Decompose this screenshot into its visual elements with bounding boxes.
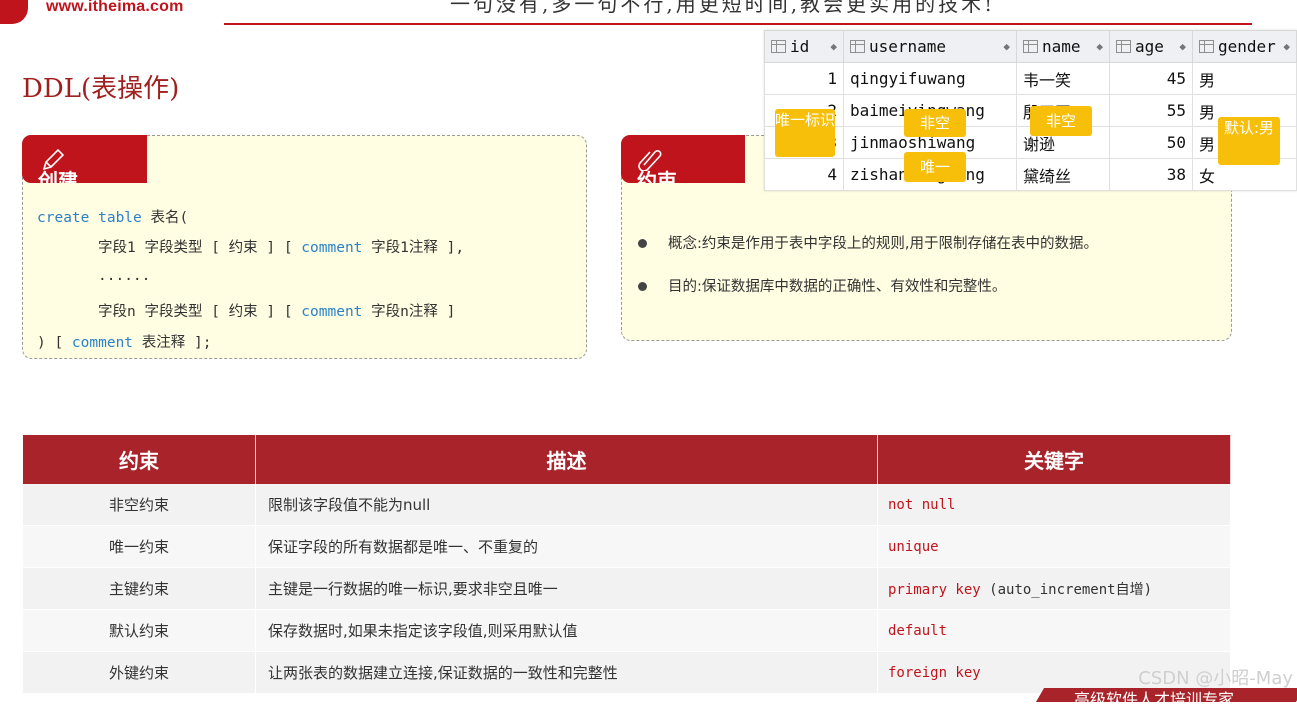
code-text: 字段n 字段类型 [ 约束 ] [ [98, 304, 302, 320]
code-line-1: create table 表名( [37, 206, 188, 227]
tag-unique-username: 唯一 [904, 152, 966, 182]
create-table-card: 创建 create table 表名( 字段1 字段类型 [ 约束 ] [ co… [22, 135, 587, 359]
code-text: ) [ [37, 335, 72, 351]
code-line-4: 字段n 字段类型 [ 约束 ] [ comment 字段n注释 ] [98, 300, 455, 321]
grid-row[interactable]: 4 zishanlongwang 黛绮丝 38 女 [764, 158, 1297, 191]
cell-username[interactable]: qingyifuwang [843, 62, 1017, 95]
keyword-text: default [888, 622, 948, 639]
sort-icon[interactable]: ◆ [1179, 40, 1186, 53]
col-label: gender [1218, 37, 1276, 56]
code-text: 字段1注释 ], [362, 240, 465, 256]
header-divider [224, 23, 1252, 25]
code-text: 表名( [150, 210, 189, 226]
tag-notnull-username: 非空 [904, 109, 966, 137]
header-keyword: 关键字 [877, 435, 1231, 484]
logo-url: www.itheima.com [46, 0, 184, 15]
grid-col-gender[interactable]: gender ◆ [1192, 30, 1297, 63]
grid-col-username[interactable]: username ◆ [843, 30, 1017, 63]
cell-id[interactable]: 1 [764, 62, 844, 95]
cell-age[interactable]: 55 [1109, 94, 1193, 127]
sort-icon[interactable]: ◆ [1096, 40, 1103, 53]
code-line-2: 字段1 字段类型 [ 约束 ] [ comment 字段1注释 ], [98, 236, 464, 257]
constraint-name: 默认约束 [23, 609, 256, 652]
table-row: 非空约束 限制该字段值不能为null not null [23, 484, 1231, 526]
grid-header-row: id ◆ username ◆ name ◆ age ◆ gender ◆ [764, 30, 1297, 63]
constraint-name: 外键约束 [23, 651, 256, 694]
cell-age[interactable]: 45 [1109, 62, 1193, 95]
constraint-tab-label: 约束 [637, 169, 677, 183]
header-constraint: 约束 [23, 435, 256, 484]
create-tab: 创建 [22, 135, 147, 183]
keyword-comment: comment [301, 304, 363, 320]
keyword-text: primary key [888, 581, 981, 598]
cell-gender[interactable]: 男 [1192, 62, 1297, 95]
column-icon [1116, 40, 1131, 53]
table-row: 默认约束 保存数据时,如果未指定该字段值,则采用默认值 default [23, 609, 1231, 652]
constraint-keyword: not null [877, 484, 1231, 526]
constraint-keyword: unique [877, 525, 1231, 568]
keyword-text: not null [888, 496, 956, 513]
constraint-tab: 约束 [621, 135, 745, 183]
table-row: 主键约束 主键是一行数据的唯一标识,要求非空且唯一 primary key (a… [23, 567, 1231, 610]
page-title: DDL(表操作) [22, 74, 180, 104]
create-tab-label: 创建 [38, 169, 78, 183]
constraint-desc: 让两张表的数据建立连接,保证数据的一致性和完整性 [255, 651, 878, 694]
tag-default-gender: 默认:男 [1218, 117, 1280, 165]
sort-icon[interactable]: ◆ [830, 40, 837, 53]
column-icon [1023, 40, 1038, 53]
col-label: age [1135, 37, 1164, 56]
bullet-dot [638, 239, 647, 248]
constraint-desc: 限制该字段值不能为null [255, 484, 878, 526]
constraint-name: 主键约束 [23, 567, 256, 610]
constraint-desc: 保证字段的所有数据都是唯一、不重复的 [255, 525, 878, 568]
header-description: 描述 [255, 435, 878, 484]
column-icon [850, 40, 865, 53]
bullet-dot [638, 282, 647, 291]
bullet-text: 概念:约束是作用于表中字段上的规则,用于限制存储在表中的数据。 [668, 236, 1098, 252]
code-text: 字段1 字段类型 [ 约束 ] [ [98, 240, 302, 256]
code-line-5: ) [ comment 表注释 ]; [37, 331, 211, 352]
constraints-table: 约束 描述 关键字 非空约束 限制该字段值不能为null not null 唯一… [23, 435, 1231, 694]
constraint-desc: 保存数据时,如果未指定该字段值,则采用默认值 [255, 609, 878, 652]
tag-notnull-name: 非空 [1030, 106, 1092, 136]
logo-badge [0, 0, 28, 24]
csdn-watermark: CSDN @小昭-May [1138, 668, 1293, 689]
code-line-3: ...... [98, 268, 151, 284]
tag-unique-id: 唯一标识 [775, 109, 835, 157]
keyword-create-table: create table [37, 210, 142, 226]
header-slogan: 一句没有,多一句不行,用更短时间,教会更实用的技术! [450, 0, 996, 16]
keyword-note: (auto_increment自增) [989, 581, 1153, 598]
cell-id[interactable]: 4 [764, 158, 844, 191]
sort-icon[interactable]: ◆ [1283, 40, 1290, 53]
cell-age[interactable]: 50 [1109, 126, 1193, 159]
constraint-keyword: primary key (auto_increment自增) [877, 567, 1231, 610]
cell-name[interactable]: 黛绮丝 [1016, 158, 1110, 191]
constraint-desc: 主键是一行数据的唯一标识,要求非空且唯一 [255, 567, 878, 610]
grid-col-age[interactable]: age ◆ [1109, 30, 1193, 63]
cell-age[interactable]: 38 [1109, 158, 1193, 191]
constraint-keyword: default [877, 609, 1231, 652]
column-icon [771, 40, 786, 53]
column-icon [1199, 40, 1214, 53]
constraint-name: 唯一约束 [23, 525, 256, 568]
grid-row[interactable]: 1 qingyifuwang 韦一笑 45 男 [764, 62, 1297, 95]
code-text: 表注释 ]; [133, 335, 212, 351]
sort-icon[interactable]: ◆ [1003, 40, 1010, 53]
grid-col-name[interactable]: name ◆ [1016, 30, 1110, 63]
grid-col-id[interactable]: id ◆ [764, 30, 844, 63]
code-text: 字段n注释 ] [362, 304, 456, 320]
constraint-name: 非空约束 [23, 484, 256, 526]
col-label: username [869, 37, 947, 56]
col-label: name [1042, 37, 1081, 56]
keyword-text: foreign key [888, 664, 981, 681]
keyword-comment: comment [301, 240, 363, 256]
cell-name[interactable]: 韦一笑 [1016, 62, 1110, 95]
table-row: 唯一约束 保证字段的所有数据都是唯一、不重复的 unique [23, 525, 1231, 568]
table-header-row: 约束 描述 关键字 [23, 435, 1231, 484]
keyword-comment: comment [71, 335, 134, 351]
col-label: id [790, 37, 810, 56]
keyword-text: unique [888, 538, 939, 555]
bullet-text: 目的:保证数据库中数据的正确性、有效性和完整性。 [668, 279, 1007, 295]
